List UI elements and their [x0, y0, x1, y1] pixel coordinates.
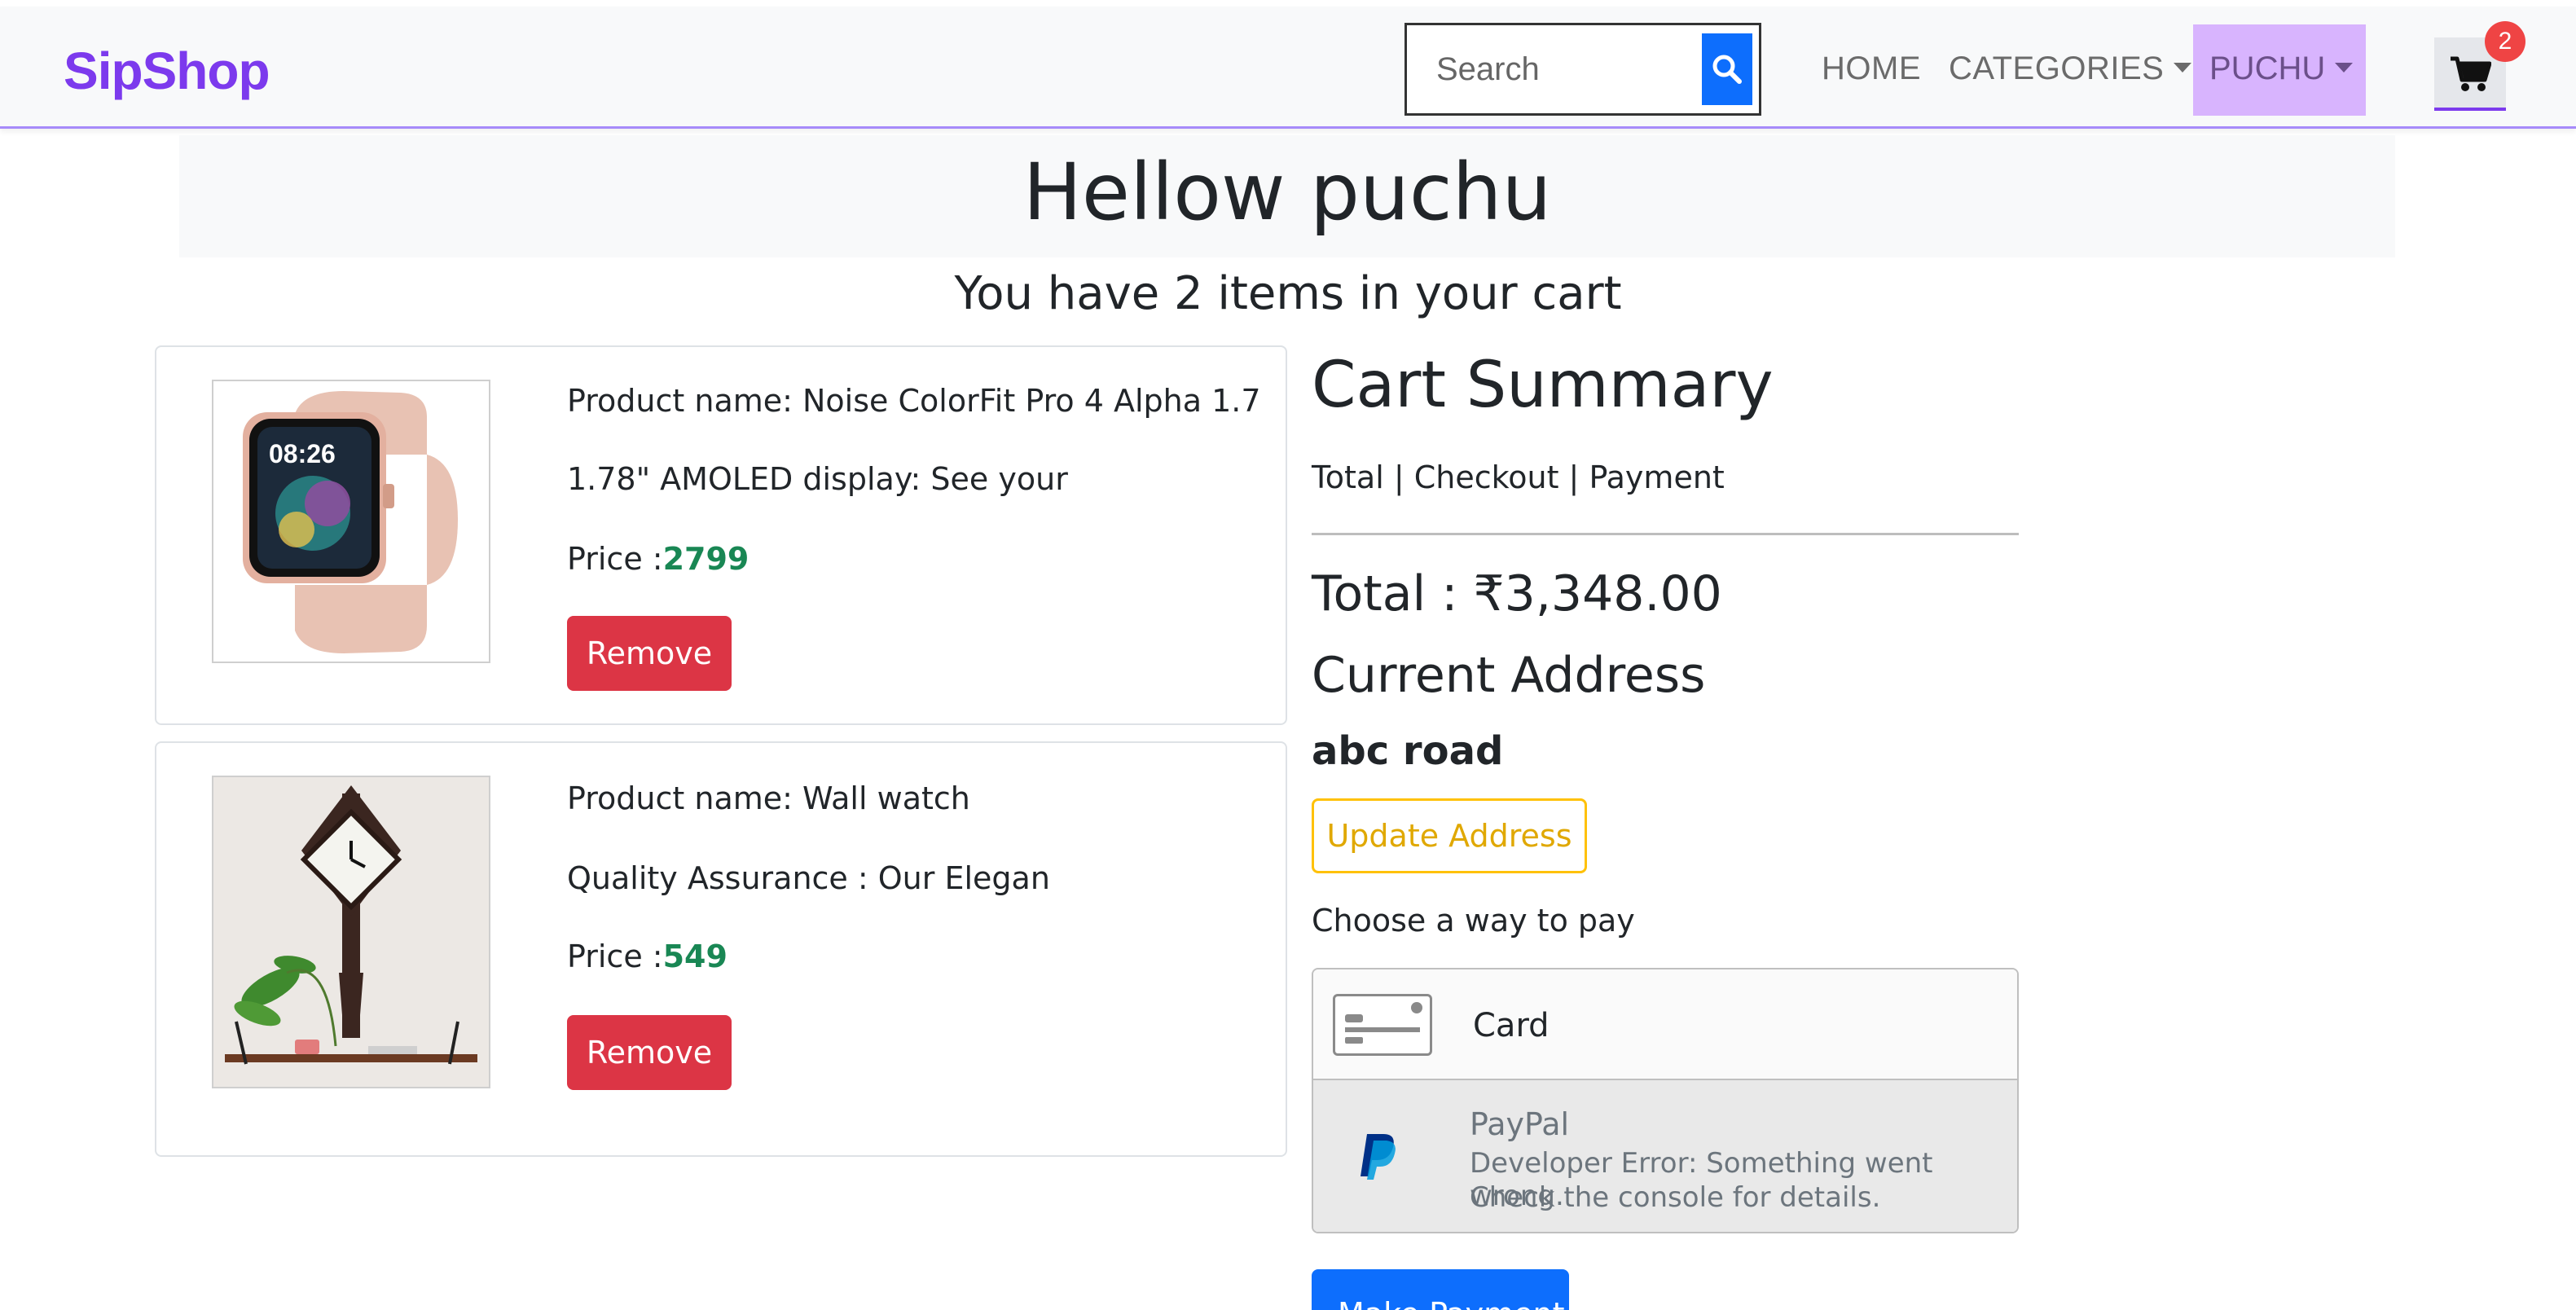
cart-summary-subtitle: Total | Checkout | Payment: [1312, 459, 1725, 495]
price-label: Price :: [567, 939, 663, 974]
update-address-button[interactable]: Update Address: [1312, 798, 1587, 873]
product-price: Price :549: [567, 939, 728, 974]
cart-count-badge: 2: [2485, 21, 2525, 62]
payment-options-panel: Card PayPal Developer Error: Something w…: [1312, 968, 2019, 1233]
nav-user-label: PUCHU: [2209, 51, 2326, 86]
product-name: Product name: Wall watch: [567, 780, 970, 816]
search-input[interactable]: [1417, 35, 1702, 103]
payment-option-paypal[interactable]: PayPal Developer Error: Something went w…: [1313, 1080, 2017, 1232]
card-option-label: Card: [1473, 1007, 1550, 1044]
cart-items-count: You have 2 items in your cart: [954, 267, 1622, 320]
price-label: Price :: [567, 541, 663, 577]
payment-option-card[interactable]: Card: [1313, 969, 2017, 1080]
cart-item-card: Product name: Wall watch Quality Assuran…: [155, 741, 1287, 1157]
nav-home[interactable]: HOME: [1822, 51, 1921, 87]
paypal-icon: [1359, 1131, 1400, 1183]
smartwatch-image: 08:26: [212, 380, 490, 663]
cart-total: Total : ₹3,348.00: [1312, 565, 1722, 622]
nav-categories-label: CATEGORIES: [1949, 51, 2165, 86]
wall-clock-image: [212, 776, 490, 1088]
nav-user-label-wrap: PUCHU: [2209, 51, 2354, 87]
credit-card-icon: [1333, 994, 1432, 1056]
payment-choice-label: Choose a way to pay: [1312, 903, 1635, 939]
product-description: 1.78" AMOLED display: See your: [567, 461, 1068, 497]
paypal-option-label: PayPal: [1470, 1106, 1570, 1142]
cart-item-card: 08:26 Product name: Noise ColorFit Pro 4…: [155, 345, 1287, 725]
nav-user-dropdown[interactable]: PUCHU: [2193, 24, 2366, 116]
product-name: Product name: Noise ColorFit Pro 4 Alpha…: [567, 383, 1261, 419]
price-value: 2799: [662, 541, 750, 577]
search-form: [1404, 23, 1761, 116]
svg-text:08:26: 08:26: [269, 439, 336, 468]
cart-icon: [2451, 56, 2491, 91]
product-price: Price :2799: [567, 541, 749, 577]
address-value: abc road: [1312, 728, 1504, 774]
search-icon: [1712, 55, 1742, 84]
search-button[interactable]: [1702, 33, 1752, 105]
remove-button[interactable]: Remove: [567, 1015, 732, 1090]
product-description: Quality Assurance : Our Elegan: [567, 860, 1050, 896]
remove-button[interactable]: Remove: [567, 616, 732, 691]
greeting-title: Hellow puchu: [1022, 147, 1552, 238]
cart-summary-title: Cart Summary: [1312, 349, 1774, 422]
greeting-banner: Hellow puchu: [179, 135, 2395, 257]
address-title: Current Address: [1312, 647, 1706, 704]
make-payment-button[interactable]: Make Payment: [1312, 1269, 1569, 1310]
chevron-down-icon: [2335, 63, 2354, 73]
paypal-error-detail: Check the console for details.: [1470, 1181, 1881, 1214]
chevron-down-icon: [2174, 63, 2192, 73]
navbar: SipShop HOME CATEGORIES PUCHU 2: [0, 7, 2576, 129]
brand-logo[interactable]: SipShop: [64, 41, 270, 101]
nav-categories-dropdown[interactable]: CATEGORIES: [1949, 51, 2192, 87]
price-value: 549: [662, 939, 728, 974]
divider: [1312, 533, 2019, 535]
